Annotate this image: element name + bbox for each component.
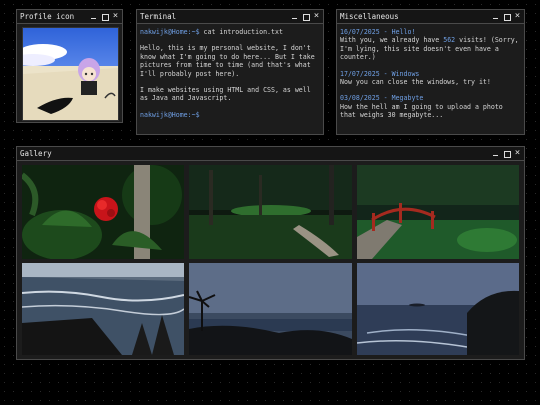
shell-prompt: nakwijk@Home:~$ bbox=[140, 28, 200, 36]
close-icon[interactable]: × bbox=[112, 12, 119, 21]
close-icon[interactable]: × bbox=[313, 12, 320, 21]
window-title: Profile icon bbox=[20, 12, 75, 21]
miscellaneous-window[interactable]: Miscellaneous × 16/07/2025 - Hello! With… bbox=[336, 9, 525, 135]
shell-prompt: nakwijk@Home:~$ bbox=[140, 110, 200, 119]
terminal-window[interactable]: Terminal × nakwijk@Home:~$ cat introduct… bbox=[136, 9, 324, 135]
news-text: Now you can close the windows, try it! bbox=[340, 78, 491, 87]
photo-grid bbox=[22, 165, 519, 355]
gallery-photo-shore-waves[interactable] bbox=[22, 263, 184, 355]
news-text: How the hell am I going to upload a phot… bbox=[340, 102, 503, 120]
avatar bbox=[22, 27, 119, 121]
profile-window-titlebar[interactable]: Profile icon × bbox=[17, 10, 122, 24]
window-title: Miscellaneous bbox=[340, 12, 399, 21]
news-entry: 16/07/2025 - Hello! With you, we already… bbox=[340, 28, 521, 62]
gallery-photo-sea-cliff[interactable] bbox=[357, 263, 519, 355]
gallery-photo-garden-path[interactable] bbox=[189, 165, 352, 259]
maximize-icon[interactable] bbox=[302, 13, 310, 21]
minimize-icon[interactable] bbox=[291, 13, 298, 20]
news-date: 16/07/2025 - Hello! bbox=[340, 28, 416, 36]
minimize-icon[interactable] bbox=[492, 13, 499, 20]
gallery-photo-palm-dusk[interactable] bbox=[189, 263, 352, 355]
maximize-icon[interactable] bbox=[101, 13, 109, 21]
gallery-photo-red-bridge[interactable] bbox=[357, 165, 519, 259]
minimize-icon[interactable] bbox=[90, 13, 97, 20]
gallery-photo-red-flower[interactable] bbox=[22, 165, 184, 259]
gallery-window-titlebar[interactable]: Gallery × bbox=[17, 147, 524, 161]
news-list: 16/07/2025 - Hello! With you, we already… bbox=[337, 24, 524, 124]
command-text: cat introduction.txt bbox=[199, 28, 283, 36]
command-line: nakwijk@Home:~$ cat introduction.txt bbox=[140, 28, 320, 36]
close-icon[interactable]: × bbox=[514, 12, 521, 21]
window-title: Terminal bbox=[140, 12, 177, 21]
terminal-window-titlebar[interactable]: Terminal × bbox=[137, 10, 323, 24]
minimize-icon[interactable] bbox=[492, 150, 499, 157]
intro-paragraph: Hello, this is my personal website, I do… bbox=[140, 44, 315, 78]
gallery-window[interactable]: Gallery × bbox=[16, 146, 525, 360]
profile-window[interactable]: Profile icon × bbox=[16, 9, 123, 123]
news-text: With you, we already have 562 visits! (S… bbox=[340, 36, 519, 62]
maximize-icon[interactable] bbox=[503, 13, 511, 21]
skills-paragraph: I make websites using HTML and CSS, as w… bbox=[140, 86, 311, 103]
maximize-icon[interactable] bbox=[503, 150, 511, 158]
visit-count: 562 bbox=[443, 36, 456, 45]
news-entry: 03/08/2025 - Megabyte How the hell am I … bbox=[340, 94, 521, 119]
news-date: 17/07/2025 - Windows bbox=[340, 69, 420, 78]
news-entry: 17/07/2025 - Windows Now you can close t… bbox=[340, 70, 521, 87]
close-icon[interactable]: × bbox=[514, 149, 521, 158]
window-title: Gallery bbox=[20, 149, 52, 158]
misc-window-titlebar[interactable]: Miscellaneous × bbox=[337, 10, 524, 24]
terminal-output: nakwijk@Home:~$ cat introduction.txt Hel… bbox=[137, 24, 323, 131]
news-date: 03/08/2025 - Megabyte bbox=[340, 94, 424, 103]
